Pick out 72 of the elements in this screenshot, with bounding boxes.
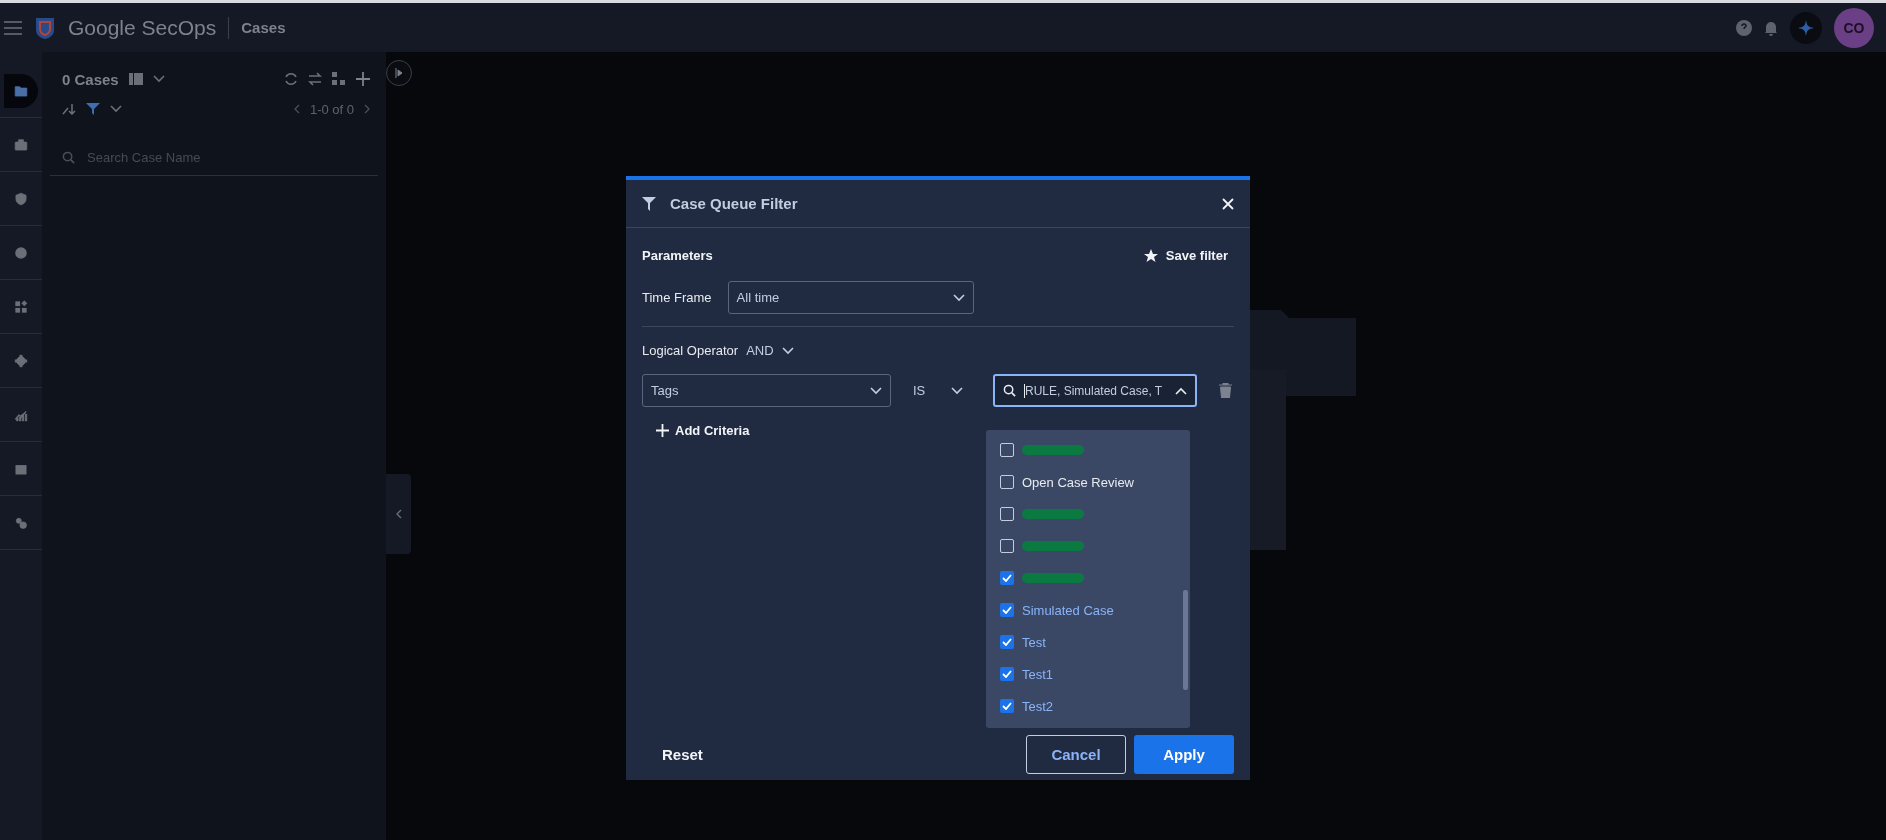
checkbox[interactable] [1000, 443, 1014, 457]
chevron-icon [781, 346, 794, 355]
widgets-icon [13, 298, 29, 315]
checkbox[interactable] [1000, 475, 1014, 489]
bell-icon[interactable] [1764, 19, 1778, 36]
reset-button[interactable]: Reset [656, 745, 709, 764]
add-criteria-button[interactable]: Add Criteria [656, 423, 750, 438]
star-icon [1143, 248, 1158, 263]
page-title: Cases [241, 19, 286, 36]
redaction-mark-icon [1022, 509, 1084, 519]
dialog-title: Case Queue Filter [670, 195, 798, 212]
refresh-icon[interactable] [284, 72, 298, 86]
tag-option[interactable]: Open Case Review [1000, 466, 1190, 498]
add-icon[interactable] [356, 72, 370, 86]
shield-icon [13, 190, 29, 207]
list-view-icon[interactable] [128, 73, 143, 85]
field-select[interactable]: Tags [642, 374, 891, 407]
checkbox[interactable] [1000, 507, 1014, 521]
redaction-mark-icon [1022, 445, 1084, 455]
save-filter-button[interactable]: Save filter [1137, 248, 1234, 263]
view-dropdown-icon [152, 75, 165, 83]
nav-item[interactable] [4, 73, 38, 108]
sparkle-button[interactable] [1790, 11, 1822, 44]
previous-page-icon[interactable] [293, 104, 300, 114]
checkbox[interactable] [1000, 571, 1014, 585]
sparkle-icon [1798, 19, 1814, 36]
delete-icon[interactable] [1219, 383, 1232, 398]
search-icon [62, 151, 75, 164]
collapse-handle[interactable] [386, 474, 411, 554]
cancel-button[interactable]: Cancel [1026, 735, 1126, 774]
checkbox[interactable] [1000, 667, 1014, 681]
section-heading: Parameters [642, 248, 713, 263]
tag-option[interactable]: Simulated Case [1000, 594, 1190, 626]
pagination-label: 1-0 of 0 [309, 101, 354, 117]
tag-option[interactable]: Test1 [1000, 658, 1190, 690]
checkbox[interactable] [1000, 539, 1014, 553]
plus-icon [656, 424, 669, 437]
checkbox[interactable] [1000, 635, 1014, 649]
field-label: Time Frame [642, 290, 712, 305]
tag-option[interactable]: Test2 [1000, 690, 1190, 722]
chevron-icon [1175, 386, 1187, 395]
checkbox[interactable] [1000, 603, 1014, 617]
chevron-icon [951, 386, 963, 395]
checkbox[interactable] [1000, 699, 1014, 713]
close-icon[interactable] [1222, 197, 1234, 210]
chevron-icon [952, 293, 965, 302]
operator-dropdown[interactable]: AND [746, 343, 794, 358]
chevron-icon [870, 386, 882, 395]
redaction-mark-icon [1022, 573, 1084, 583]
time-frame-select[interactable]: All time [727, 281, 974, 314]
operator-select[interactable]: IS [913, 374, 971, 407]
apply-button[interactable]: Apply [1134, 735, 1234, 774]
expand-icon [395, 68, 403, 78]
case-search-field[interactable]: Search Case Name [85, 149, 378, 166]
case-count: 0 Cases [62, 70, 119, 88]
tag-option[interactable]: Test [1000, 626, 1190, 658]
sort-icon[interactable] [62, 103, 76, 115]
next-page-icon[interactable] [364, 104, 370, 114]
tag-search-field[interactable]: RULE, Simulated Case, T [993, 374, 1197, 407]
swap-icon[interactable] [308, 72, 322, 86]
filter-icon [642, 196, 656, 211]
field-label: Logical Operator [642, 343, 739, 358]
search-icon [1003, 384, 1016, 397]
redaction-mark-icon [1022, 541, 1084, 551]
shield-logo-icon [34, 15, 56, 40]
scrollbar-thumb[interactable] [1183, 590, 1188, 690]
filter-icon[interactable] [86, 103, 100, 115]
panel-toggle-button[interactable] [386, 60, 412, 86]
help-icon[interactable] [1736, 19, 1752, 36]
brand-name: Google SecOps [68, 15, 217, 40]
menu-icon[interactable] [4, 20, 22, 35]
filter-dropdown-icon [110, 105, 122, 113]
